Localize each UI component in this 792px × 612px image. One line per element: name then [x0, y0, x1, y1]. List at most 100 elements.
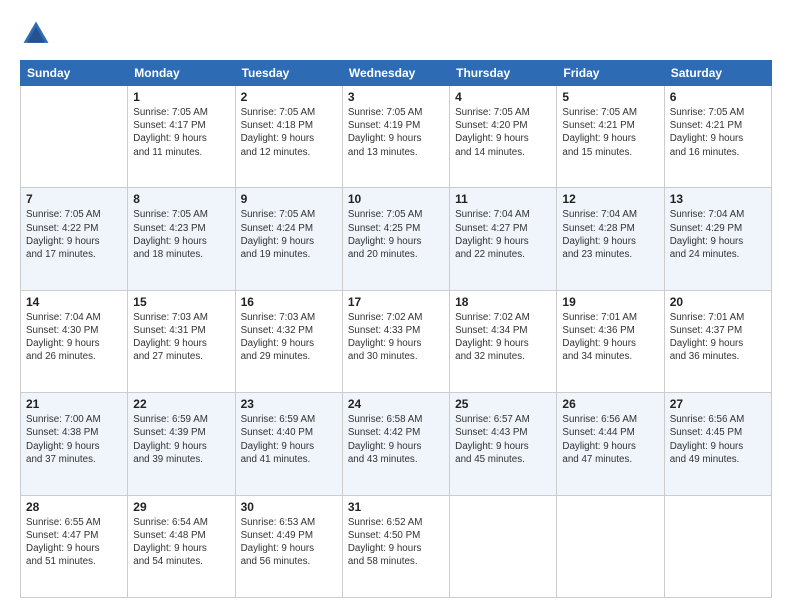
calendar-cell: 21 Sunrise: 7:00 AM Sunset: 4:38 PM Dayli… [21, 393, 128, 495]
calendar-week-4: 21 Sunrise: 7:00 AM Sunset: 4:38 PM Dayli… [21, 393, 772, 495]
calendar-table: SundayMondayTuesdayWednesdayThursdayFrid… [20, 60, 772, 598]
day-detail: Sunrise: 6:56 AM Sunset: 4:45 PM Dayligh… [670, 413, 766, 466]
calendar-cell: 7Sunrise: 7:05 AM Sunset: 4:22 PM Daylig… [21, 188, 128, 290]
day-detail: Sunrise: 7:04 AM Sunset: 4:28 PM Dayligh… [562, 208, 658, 261]
day-number: 1 [133, 90, 229, 104]
calendar-cell [557, 495, 664, 597]
day-detail: Sunrise: 7:02 AM Sunset: 4:34 PM Dayligh… [455, 311, 551, 364]
day-detail: Sunrise: 7:05 AM Sunset: 4:18 PM Dayligh… [241, 106, 337, 159]
weekday-thursday: Thursday [450, 61, 557, 86]
day-detail: Sunrise: 7:05 AM Sunset: 4:21 PM Dayligh… [562, 106, 658, 159]
day-detail: Sunrise: 6:58 AM Sunset: 4:42 PM Dayligh… [348, 413, 444, 466]
day-number: 15 [133, 295, 229, 309]
day-number: 20 [670, 295, 766, 309]
day-detail: Sunrise: 7:03 AM Sunset: 4:31 PM Dayligh… [133, 311, 229, 364]
day-detail: Sunrise: 7:04 AM Sunset: 4:30 PM Dayligh… [26, 311, 122, 364]
day-number: 2 [241, 90, 337, 104]
day-number: 4 [455, 90, 551, 104]
calendar-cell: 13Sunrise: 7:04 AM Sunset: 4:29 PM Dayli… [664, 188, 771, 290]
logo [20, 18, 56, 50]
day-detail: Sunrise: 7:01 AM Sunset: 4:37 PM Dayligh… [670, 311, 766, 364]
day-detail: Sunrise: 6:59 AM Sunset: 4:39 PM Dayligh… [133, 413, 229, 466]
day-number: 8 [133, 192, 229, 206]
calendar-cell: 11 Sunrise: 7:04 AM Sunset: 4:27 PM Dayli… [450, 188, 557, 290]
calendar-cell: 9 Sunrise: 7:05 AM Sunset: 4:24 PM Daylig… [235, 188, 342, 290]
day-detail: Sunrise: 7:05 AM Sunset: 4:19 PM Dayligh… [348, 106, 444, 159]
day-detail: Sunrise: 7:05 AM Sunset: 4:23 PM Dayligh… [133, 208, 229, 261]
calendar-cell: 2 Sunrise: 7:05 AM Sunset: 4:18 PM Daylig… [235, 86, 342, 188]
day-number: 6 [670, 90, 766, 104]
day-detail: Sunrise: 7:02 AM Sunset: 4:33 PM Dayligh… [348, 311, 444, 364]
calendar-cell: 15 Sunrise: 7:03 AM Sunset: 4:31 PM Dayli… [128, 290, 235, 392]
calendar-cell [21, 86, 128, 188]
calendar-cell: 22 Sunrise: 6:59 AM Sunset: 4:39 PM Dayli… [128, 393, 235, 495]
calendar-cell: 17 Sunrise: 7:02 AM Sunset: 4:33 PM Dayli… [342, 290, 449, 392]
day-number: 22 [133, 397, 229, 411]
day-number: 18 [455, 295, 551, 309]
weekday-saturday: Saturday [664, 61, 771, 86]
weekday-monday: Monday [128, 61, 235, 86]
calendar-cell: 8 Sunrise: 7:05 AM Sunset: 4:23 PM Daylig… [128, 188, 235, 290]
day-detail: Sunrise: 7:05 AM Sunset: 4:17 PM Dayligh… [133, 106, 229, 159]
calendar-cell: 20 Sunrise: 7:01 AM Sunset: 4:37 PM Dayli… [664, 290, 771, 392]
day-number: 17 [348, 295, 444, 309]
calendar-body: 1 Sunrise: 7:05 AM Sunset: 4:17 PM Daylig… [21, 86, 772, 598]
day-detail: Sunrise: 7:05 AM Sunset: 4:22 PM Dayligh… [26, 208, 122, 261]
calendar-cell: 1 Sunrise: 7:05 AM Sunset: 4:17 PM Daylig… [128, 86, 235, 188]
calendar-week-1: 1 Sunrise: 7:05 AM Sunset: 4:17 PM Daylig… [21, 86, 772, 188]
day-detail: Sunrise: 7:05 AM Sunset: 4:21 PM Dayligh… [670, 106, 766, 159]
calendar-cell: 12 Sunrise: 7:04 AM Sunset: 4:28 PM Dayli… [557, 188, 664, 290]
calendar-cell: 28 Sunrise: 6:55 AM Sunset: 4:47 PM Dayli… [21, 495, 128, 597]
day-number: 24 [348, 397, 444, 411]
day-number: 29 [133, 500, 229, 514]
day-detail: Sunrise: 7:05 AM Sunset: 4:20 PM Dayligh… [455, 106, 551, 159]
day-number: 27 [670, 397, 766, 411]
calendar-cell: 16 Sunrise: 7:03 AM Sunset: 4:32 PM Dayli… [235, 290, 342, 392]
day-detail: Sunrise: 7:05 AM Sunset: 4:24 PM Dayligh… [241, 208, 337, 261]
day-number: 11 [455, 192, 551, 206]
calendar-cell: 26Sunrise: 6:56 AM Sunset: 4:44 PM Dayli… [557, 393, 664, 495]
day-detail: Sunrise: 6:59 AM Sunset: 4:40 PM Dayligh… [241, 413, 337, 466]
weekday-friday: Friday [557, 61, 664, 86]
calendar-cell: 10Sunrise: 7:05 AM Sunset: 4:25 PM Dayli… [342, 188, 449, 290]
page: SundayMondayTuesdayWednesdayThursdayFrid… [0, 0, 792, 612]
day-number: 9 [241, 192, 337, 206]
calendar-cell: 6 Sunrise: 7:05 AM Sunset: 4:21 PM Daylig… [664, 86, 771, 188]
logo-icon [20, 18, 52, 50]
day-number: 16 [241, 295, 337, 309]
calendar-header: SundayMondayTuesdayWednesdayThursdayFrid… [21, 61, 772, 86]
day-detail: Sunrise: 6:56 AM Sunset: 4:44 PM Dayligh… [562, 413, 658, 466]
header [20, 18, 772, 50]
calendar-cell: 23 Sunrise: 6:59 AM Sunset: 4:40 PM Dayli… [235, 393, 342, 495]
day-number: 31 [348, 500, 444, 514]
calendar-cell: 3 Sunrise: 7:05 AM Sunset: 4:19 PM Daylig… [342, 86, 449, 188]
day-detail: Sunrise: 6:57 AM Sunset: 4:43 PM Dayligh… [455, 413, 551, 466]
day-number: 10 [348, 192, 444, 206]
day-number: 14 [26, 295, 122, 309]
weekday-tuesday: Tuesday [235, 61, 342, 86]
weekday-header-row: SundayMondayTuesdayWednesdayThursdayFrid… [21, 61, 772, 86]
day-number: 23 [241, 397, 337, 411]
calendar-cell: 30Sunrise: 6:53 AM Sunset: 4:49 PM Dayli… [235, 495, 342, 597]
day-detail: Sunrise: 6:55 AM Sunset: 4:47 PM Dayligh… [26, 516, 122, 569]
calendar-cell [450, 495, 557, 597]
calendar-week-5: 28 Sunrise: 6:55 AM Sunset: 4:47 PM Dayli… [21, 495, 772, 597]
day-number: 3 [348, 90, 444, 104]
day-detail: Sunrise: 7:03 AM Sunset: 4:32 PM Dayligh… [241, 311, 337, 364]
calendar-cell: 19Sunrise: 7:01 AM Sunset: 4:36 PM Dayli… [557, 290, 664, 392]
calendar-cell: 4 Sunrise: 7:05 AM Sunset: 4:20 PM Daylig… [450, 86, 557, 188]
day-detail: Sunrise: 7:04 AM Sunset: 4:27 PM Dayligh… [455, 208, 551, 261]
day-number: 21 [26, 397, 122, 411]
day-number: 28 [26, 500, 122, 514]
day-number: 13 [670, 192, 766, 206]
day-number: 25 [455, 397, 551, 411]
calendar-cell: 31 Sunrise: 6:52 AM Sunset: 4:50 PM Dayli… [342, 495, 449, 597]
calendar-week-3: 14 Sunrise: 7:04 AM Sunset: 4:30 PM Dayli… [21, 290, 772, 392]
day-detail: Sunrise: 6:52 AM Sunset: 4:50 PM Dayligh… [348, 516, 444, 569]
day-number: 19 [562, 295, 658, 309]
weekday-sunday: Sunday [21, 61, 128, 86]
day-number: 12 [562, 192, 658, 206]
weekday-wednesday: Wednesday [342, 61, 449, 86]
day-detail: Sunrise: 7:00 AM Sunset: 4:38 PM Dayligh… [26, 413, 122, 466]
calendar-cell: 24 Sunrise: 6:58 AM Sunset: 4:42 PM Dayli… [342, 393, 449, 495]
